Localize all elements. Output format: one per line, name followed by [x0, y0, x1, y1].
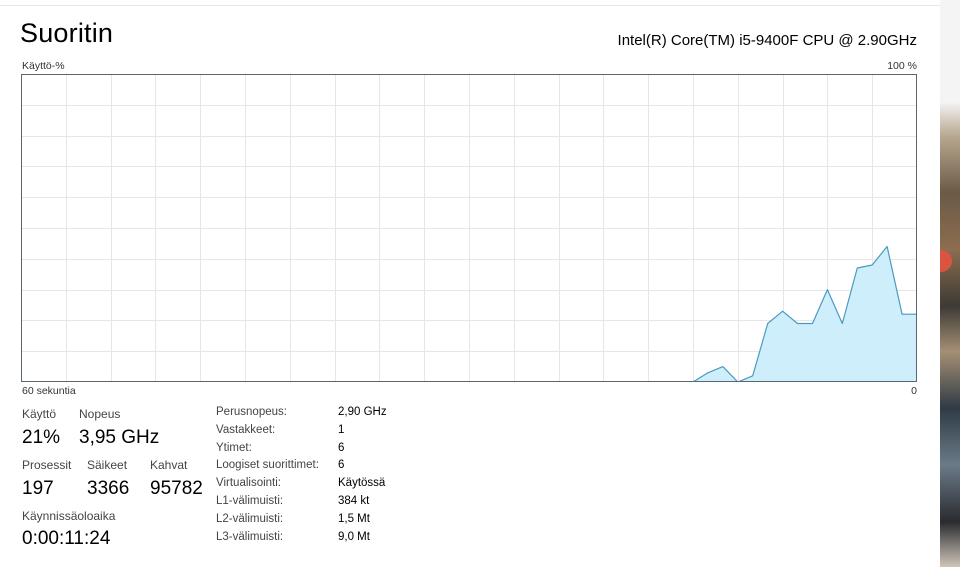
graph-y-max-label: 100 %	[887, 60, 917, 72]
page-title: Suoritin	[20, 18, 114, 48]
detail-key: L1-välimuisti:	[216, 494, 284, 507]
detail-key: Ytimet:	[216, 441, 252, 454]
threads-value: 3366	[87, 478, 130, 499]
threads-label: Säikeet	[87, 458, 128, 472]
speed-value: 3,95 GHz	[79, 427, 160, 448]
processes-value: 197	[22, 478, 54, 499]
background-photo-detail	[940, 250, 952, 272]
speed-label: Nopeus	[79, 407, 121, 421]
detail-key: L2-välimuisti:	[216, 512, 284, 525]
cpu-model-name: Intel(R) Core(TM) i5-9400F CPU @ 2.90GHz	[617, 32, 917, 49]
detail-key: Virtualisointi:	[216, 477, 281, 490]
usage-label: Käyttö	[22, 407, 57, 421]
cpu-usage-chart	[21, 74, 917, 382]
detail-value: 9,0 Mt	[338, 530, 370, 543]
detail-value: 6	[338, 441, 345, 454]
detail-value: Käytössä	[338, 477, 386, 490]
detail-value: 2,90 GHz	[338, 406, 387, 418]
detail-key: Loogiset suorittimet:	[216, 459, 319, 472]
detail-key: L3-välimuisti:	[216, 530, 284, 543]
detail-key: Perusnopeus:	[216, 406, 287, 418]
handles-label: Kahvat	[150, 458, 188, 472]
detail-value: 384 kt	[338, 494, 370, 507]
processes-label: Prosessit	[22, 458, 72, 472]
graph-y-label: Käyttö-%	[22, 60, 65, 72]
detail-key: Vastakkeet:	[216, 423, 276, 436]
uptime-value: 0:00:11:24	[22, 528, 111, 549]
detail-value: 1	[338, 423, 345, 436]
graph-x-right-label: 0	[911, 385, 917, 397]
handles-value: 95782	[150, 478, 203, 499]
cpu-usage-graph	[21, 74, 917, 382]
graph-x-left-label: 60 sekuntia	[22, 385, 76, 397]
top-divider	[0, 5, 940, 6]
desktop-background-strip	[940, 0, 960, 567]
detail-value: 1,5 Mt	[338, 512, 370, 525]
detail-value: 6	[338, 459, 345, 472]
usage-value: 21%	[22, 427, 61, 448]
cpu-performance-panel: Suoritin Intel(R) Core(TM) i5-9400F CPU …	[0, 0, 960, 567]
uptime-label: Käynnissäoloaika	[22, 509, 116, 523]
